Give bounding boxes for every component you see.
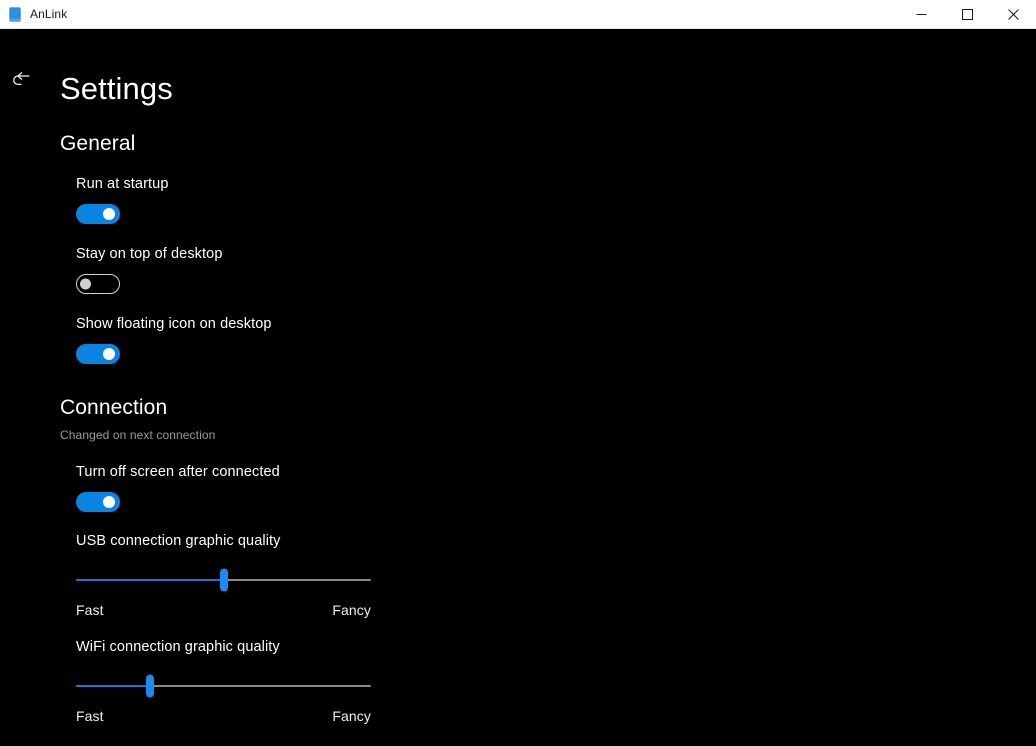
app-title: AnLink	[30, 7, 68, 21]
phone-icon	[9, 6, 21, 22]
slider-min-label: Fast	[76, 707, 104, 724]
slider-thumb[interactable]	[219, 568, 228, 592]
section-title-connection: Connection	[60, 395, 168, 419]
title-bar: AnLink	[0, 0, 1036, 29]
slider-wifi-quality[interactable]	[76, 673, 371, 699]
setting-label: Run at startup	[76, 176, 169, 192]
section-note-connection: Changed on next connection	[60, 427, 216, 442]
settings-page: Settings General Run at startup Stay on …	[0, 29, 1036, 746]
slider-min-label: Fast	[76, 601, 104, 618]
section-general: General Run at startup Stay on top of de…	[60, 133, 1036, 364]
section-items-connection: Turn off screen after connected USB conn…	[60, 463, 1036, 724]
slider-labels-wifi: Fast Fancy	[76, 708, 371, 724]
setting-run-at-startup: Run at startup	[76, 176, 1036, 224]
settings-body: Settings General Run at startup Stay on …	[0, 29, 1036, 724]
setting-stay-on-top: Stay on top of desktop	[76, 245, 1036, 294]
slider-max-label: Fancy	[332, 707, 371, 724]
section-items-general: Run at startup Stay on top of desktop Sh…	[60, 176, 1036, 364]
setting-show-floating-icon: Show floating icon on desktop	[76, 315, 1036, 364]
window-controls	[898, 0, 1036, 28]
section-connection: Connection Changed on next connection Tu…	[60, 397, 1036, 724]
slider-usb-quality[interactable]	[76, 567, 371, 593]
setting-label: Show floating icon on desktop	[76, 315, 272, 332]
toggle-show-floating-icon[interactable]	[76, 343, 120, 364]
setting-label: Turn off screen after connected	[76, 463, 280, 480]
minimize-button[interactable]	[898, 0, 944, 29]
setting-label: USB connection graphic quality	[76, 532, 281, 549]
slider-max-label: Fancy	[332, 601, 371, 618]
setting-usb-quality: USB connection graphic quality Fast Fanc…	[76, 532, 1036, 618]
section-title-general: General	[60, 132, 136, 155]
slider-fill	[76, 684, 150, 687]
maximize-button[interactable]	[944, 0, 990, 29]
setting-wifi-quality: WiFi connection graphic quality Fast Fan…	[76, 638, 1036, 724]
toggle-run-at-startup[interactable]	[76, 203, 120, 224]
setting-label: Stay on top of desktop	[76, 245, 223, 262]
close-button[interactable]	[990, 0, 1036, 29]
slider-labels-usb: Fast Fancy	[76, 602, 371, 618]
setting-turn-off-screen: Turn off screen after connected	[76, 463, 1036, 512]
back-arrow-icon	[13, 72, 30, 86]
page-title: Settings	[60, 71, 173, 106]
setting-label: WiFi connection graphic quality	[76, 638, 280, 655]
maximize-icon	[961, 9, 973, 20]
back-button[interactable]	[6, 65, 38, 95]
toggle-stay-on-top[interactable]	[76, 273, 120, 294]
toggle-turn-off-screen[interactable]	[76, 491, 120, 512]
slider-thumb[interactable]	[145, 674, 154, 698]
slider-fill	[76, 578, 224, 581]
minimize-icon	[916, 14, 926, 15]
close-icon	[1007, 9, 1019, 20]
title-bar-left: AnLink	[0, 0, 67, 28]
